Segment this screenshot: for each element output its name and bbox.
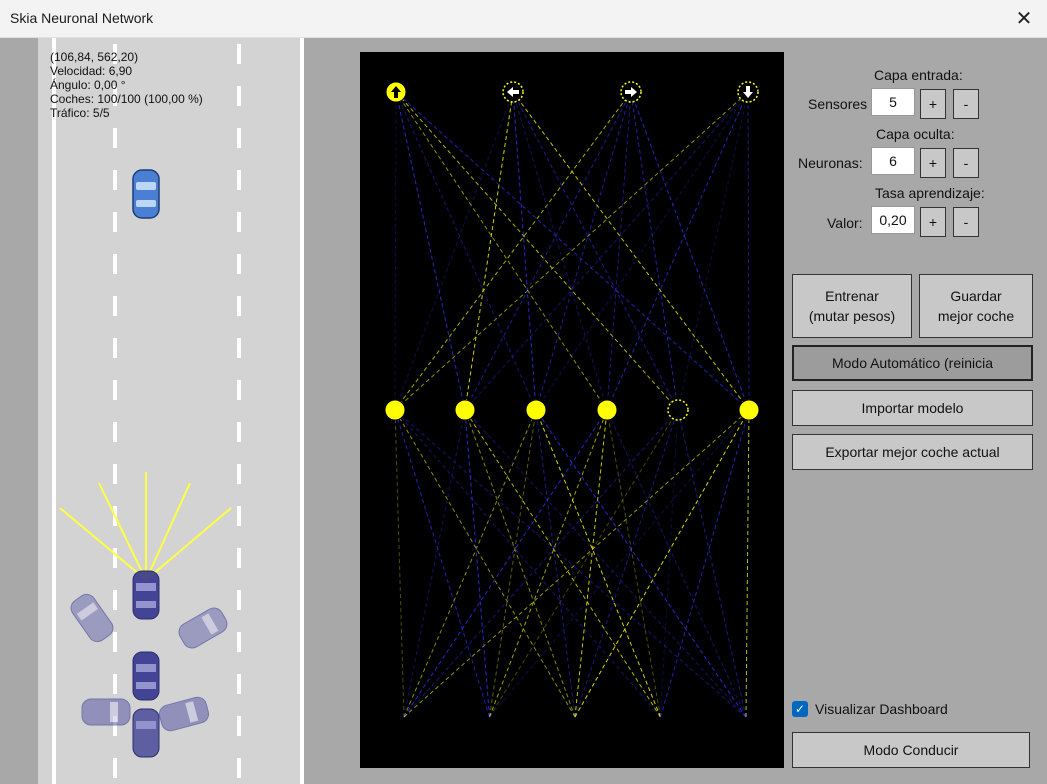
train-button-line1: Entrenar	[825, 288, 879, 304]
import-model-button[interactable]: Importar modelo	[792, 390, 1033, 426]
hidden-output-connection	[395, 91, 537, 411]
input-layer-title: Capa entrada:	[874, 67, 963, 83]
hidden-output-connection	[630, 91, 750, 411]
hidden-output-connection	[512, 91, 608, 411]
train-button[interactable]: Entrenar (mutar pesos)	[792, 274, 912, 338]
title-bar: Skia Neuronal Network ✕	[0, 0, 1047, 38]
input-hidden-connection	[394, 409, 747, 718]
traffic-car	[132, 169, 160, 219]
hud-overlay: (106,84, 562,20) Velocidad: 6,90 Ángulo:…	[50, 50, 203, 120]
input-hidden-connection	[489, 409, 679, 718]
road-canvas	[0, 38, 316, 784]
input-hidden-connection	[574, 409, 608, 718]
hidden-neuron	[596, 399, 618, 421]
hidden-output-connection	[464, 91, 749, 411]
dashboard-checkbox[interactable]: ✓	[792, 701, 808, 717]
hud-cars: Coches: 100/100 (100,00 %)	[50, 92, 203, 106]
hud-angle: Ángulo: 0,00 °	[50, 78, 126, 92]
input-hidden-connection	[535, 409, 747, 718]
dashboard-label[interactable]: Visualizar Dashboard	[815, 701, 948, 717]
input-hidden-connection	[403, 409, 679, 718]
hud-traffic: Tráfico: 5/5	[50, 106, 110, 120]
rate-plus-button[interactable]: +	[920, 207, 946, 237]
hidden-output-connection	[395, 91, 750, 411]
sensors-label: Sensores	[808, 96, 868, 112]
input-hidden-connection	[394, 409, 405, 718]
hidden-output-connection	[747, 91, 750, 411]
sensors-minus-button[interactable]: -	[953, 89, 979, 119]
auto-mode-button[interactable]: Modo Automático (reinicia	[792, 345, 1033, 381]
hidden-neuron	[454, 399, 476, 421]
train-button-line2: (mutar pesos)	[808, 308, 896, 324]
check-icon: ✓	[794, 702, 806, 716]
drive-mode-button[interactable]: Modo Conducir	[792, 732, 1030, 768]
road-right-border	[300, 38, 304, 784]
learning-rate-field[interactable]: 0,20	[871, 206, 915, 234]
input-hidden-connection	[745, 409, 750, 718]
export-best-car-button[interactable]: Exportar mejor coche actual	[792, 434, 1033, 470]
input-hidden-connection	[489, 409, 750, 718]
hidden-output-connection	[512, 91, 750, 411]
road	[38, 38, 300, 784]
hidden-output-connection	[394, 91, 397, 411]
neurons-label: Neuronas:	[798, 155, 863, 171]
input-hidden-connection	[574, 409, 750, 718]
save-best-car-button[interactable]: Guardar mejor coche	[919, 274, 1033, 338]
input-hidden-connection	[394, 409, 490, 718]
input-hidden-connection	[489, 409, 537, 718]
hidden-output-connection	[606, 91, 749, 411]
input-hidden-connection	[606, 409, 747, 718]
neural-network-diagram	[384, 81, 760, 718]
rate-label: Valor:	[827, 215, 863, 231]
input-hidden-connection	[464, 409, 576, 718]
rate-minus-button[interactable]: -	[953, 207, 979, 237]
input-hidden-connection	[660, 409, 750, 718]
ai-cars	[132, 570, 160, 758]
learning-rate-title: Tasa aprendizaje:	[875, 185, 985, 201]
window-title: Skia Neuronal Network	[10, 10, 154, 26]
hidden-output-connection	[395, 91, 679, 411]
input-hidden-connection	[660, 409, 679, 718]
sensors-field[interactable]: 5	[871, 88, 915, 116]
sensors-plus-button[interactable]: +	[920, 89, 946, 119]
neurons-plus-button[interactable]: +	[920, 148, 946, 178]
close-icon: ✕	[1015, 8, 1033, 30]
hidden-output-connection	[395, 91, 608, 411]
input-hidden-connection	[535, 409, 661, 718]
neurons-minus-button[interactable]: -	[953, 148, 979, 178]
hidden-output-connection	[535, 91, 632, 411]
neural-network-panel	[360, 52, 784, 768]
input-hidden-connection	[535, 409, 576, 718]
input-hidden-connection	[606, 409, 661, 718]
hidden-output-connection	[630, 91, 679, 411]
save-button-line1: Guardar	[950, 288, 1002, 304]
neurons-field[interactable]: 6	[871, 147, 915, 175]
save-button-line2: mejor coche	[937, 308, 1015, 324]
hidden-neuron	[525, 399, 547, 421]
hidden-output-connection	[394, 91, 749, 411]
input-hidden-connection	[464, 409, 490, 718]
hidden-neuron	[384, 399, 406, 421]
close-button[interactable]: ✕	[1001, 0, 1047, 37]
hidden-output-connection	[606, 91, 632, 411]
hidden-neuron	[667, 399, 689, 421]
input-hidden-connection	[677, 409, 747, 718]
hidden-layer-title: Capa oculta:	[876, 126, 955, 142]
hidden-neuron	[738, 399, 760, 421]
hud-velocity: Velocidad: 6,90	[50, 64, 133, 78]
hud-position: (106,84, 562,20)	[50, 50, 139, 64]
input-hidden-connection	[464, 409, 661, 718]
hidden-output-connection	[535, 91, 749, 411]
hidden-output-connection	[394, 91, 514, 411]
hidden-output-connection	[512, 91, 537, 411]
road-left-border	[52, 38, 56, 784]
hidden-output-connection	[464, 91, 514, 411]
input-hidden-connection	[403, 409, 537, 718]
